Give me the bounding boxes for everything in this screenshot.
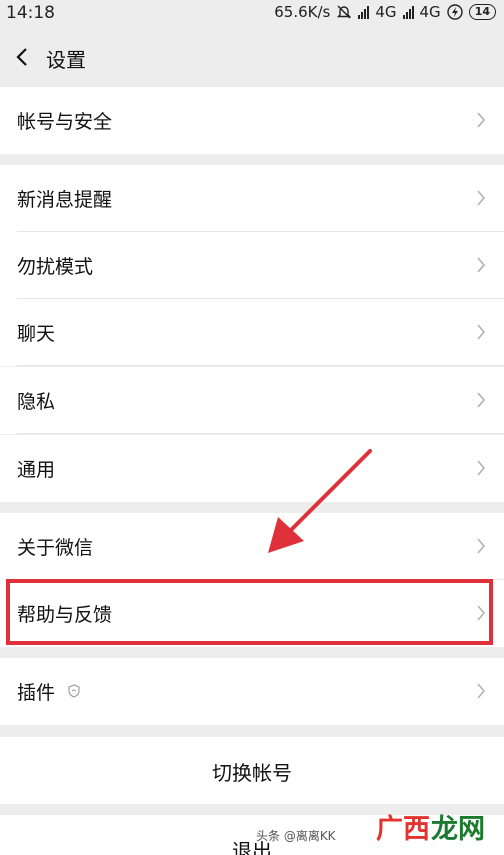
row-dnd[interactable]: 勿扰模式 [0,232,504,299]
divider [17,365,504,366]
charging-icon [446,4,463,20]
chevron-right-icon [477,683,486,699]
row-general[interactable]: 通用 [0,435,504,502]
chevron-right-icon [477,605,486,621]
chevron-right-icon [477,324,486,340]
watermark-logo-part-b: 龙网 [431,814,485,845]
row-label: 隐私 [17,391,56,413]
row-label: 勿扰模式 [17,256,94,278]
signal-icon-2 [402,5,414,19]
chevron-right-icon [477,392,486,408]
page-title: 设置 [46,48,86,72]
row-about[interactable]: 关于微信 [0,513,504,580]
mute-bell-icon [337,5,352,19]
row-label: 聊天 [17,323,56,345]
row-help-feedback[interactable]: 帮助与反馈 [0,580,504,647]
plugin-shield-icon [68,684,80,698]
watermark: 头条 @离离KK 广西 龙网 [256,806,496,846]
chevron-right-icon [477,112,486,128]
row-label: 关于微信 [17,537,94,559]
row-privacy[interactable]: 隐私 [0,367,504,434]
row-label: 插件 [17,682,56,704]
chevron-right-icon [477,257,486,273]
divider [17,433,504,434]
row-label: 通用 [17,459,56,481]
chevron-right-icon [477,190,486,206]
watermark-author: 头条 @离离KK [256,829,336,843]
network-speed: 65.6K/s [274,3,331,21]
back-arrow-icon[interactable] [14,47,32,67]
battery-level: 14 [468,4,496,20]
nav-bar: 设置 [0,28,504,86]
chevron-right-icon [477,460,486,476]
status-time: 14:18 [6,3,55,23]
status-icons: 65.6K/s 4G 4G 14 [274,3,496,21]
switch-account-label: 切换帐号 [212,761,292,785]
row-label: 帮助与反馈 [17,604,113,626]
chevron-right-icon [477,538,486,554]
switch-account-button[interactable]: 切换帐号 [0,737,504,804]
row-chat[interactable]: 聊天 [0,299,504,366]
row-account-security[interactable]: 帐号与安全 [0,87,504,154]
network-type-2: 4G [419,3,441,21]
watermark-logo-part-a: 广西 [376,814,430,845]
row-label: 新消息提醒 [17,189,113,211]
signal-icon [358,5,370,19]
network-type-1: 4G [375,3,397,21]
annotation-arrow-icon [268,449,372,553]
row-new-message[interactable]: 新消息提醒 [0,165,504,232]
status-bar: 14:18 65.6K/s 4G 4G 14 [0,0,504,28]
row-label: 帐号与安全 [17,111,113,133]
